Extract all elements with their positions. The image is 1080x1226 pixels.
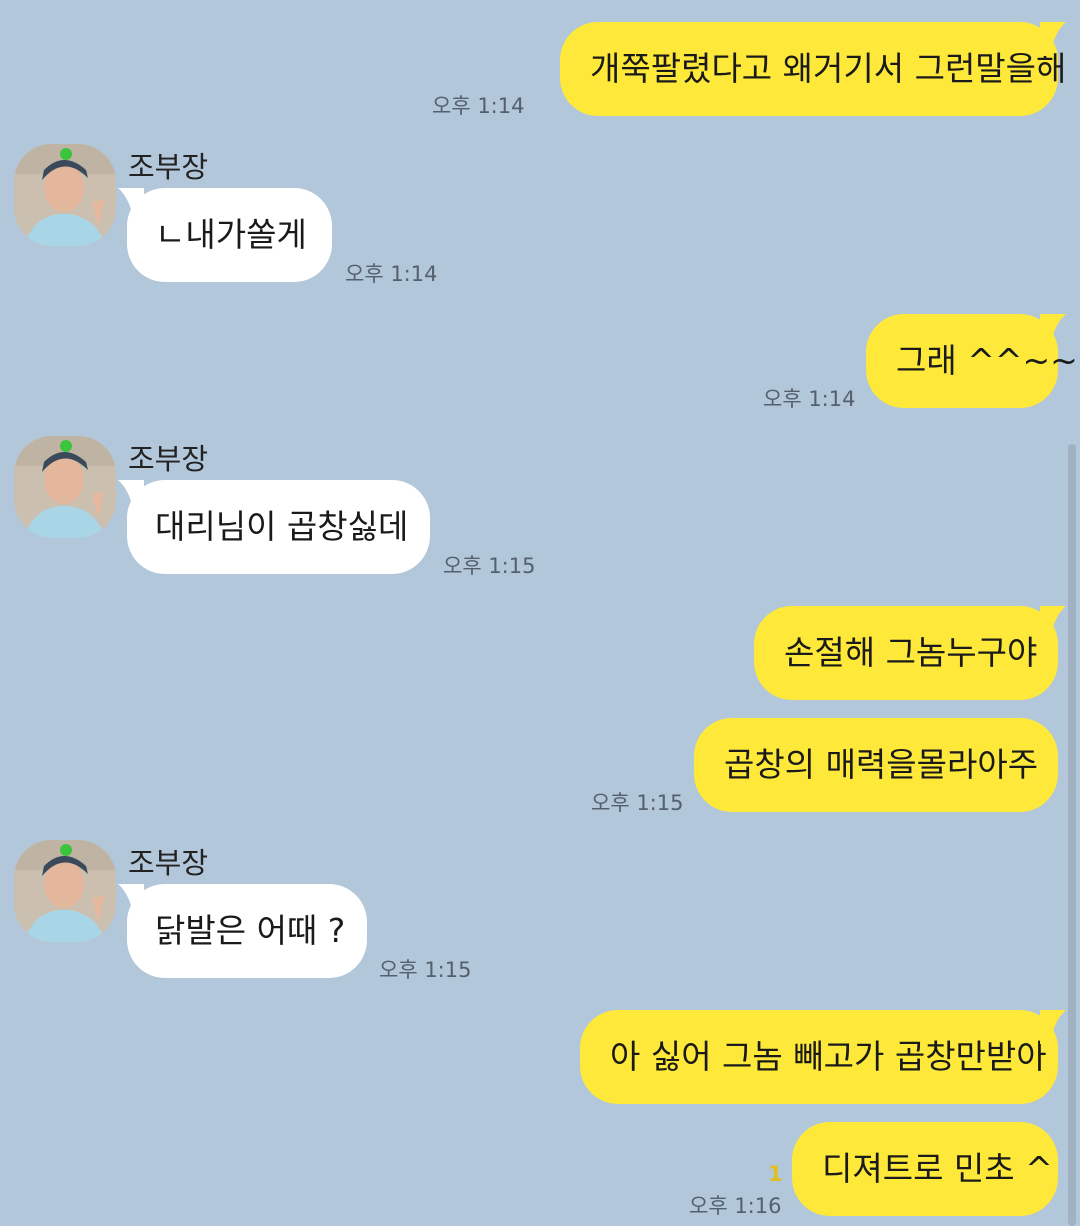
avatar[interactable] [14,144,116,246]
my-message-bubble[interactable]: 손절해 그놈누구야 [754,606,1058,700]
scrollbar[interactable] [1068,444,1076,1226]
message-timestamp: 오후 1:14 [763,387,856,411]
bubble-tail [1040,314,1074,348]
sender-name: 조부장 [128,442,209,476]
my-message-bubble[interactable]: 아 싫어 그놈 빼고가 곱창만받아 [580,1010,1058,1104]
unread-count: 1 [768,1162,783,1186]
message-timestamp: 오후 1:14 [345,262,438,286]
sender-name: 조부장 [128,150,209,184]
my-message-bubble[interactable]: 그래 ^^~~ [866,314,1078,408]
avatar[interactable] [14,840,116,942]
message-timestamp: 오후 1:15 [379,958,472,982]
my-message-bubble[interactable]: 디져트로 민초 ^ [792,1122,1058,1216]
my-message-bubble[interactable]: 개쭉팔렸다고 왜거기서 그런말을해 [560,22,1066,116]
message-timestamp: 오후 1:14 [432,94,525,118]
message-timestamp: 오후 1:15 [443,554,536,578]
avatar[interactable] [14,436,116,538]
bubble-tail [1040,22,1074,56]
my-message-bubble[interactable]: 곱창의 매력을몰라아주 [694,718,1058,812]
message-timestamp: 오후 1:15 [591,791,684,815]
their-message-bubble[interactable]: ㄴ내가쏠게 [127,188,332,282]
their-message-bubble[interactable]: 닭발은 어때 ? [127,884,367,978]
their-message-bubble[interactable]: 대리님이 곱창싫데 [127,480,430,574]
message-timestamp: 오후 1:16 [689,1194,782,1218]
sender-name: 조부장 [128,846,209,880]
